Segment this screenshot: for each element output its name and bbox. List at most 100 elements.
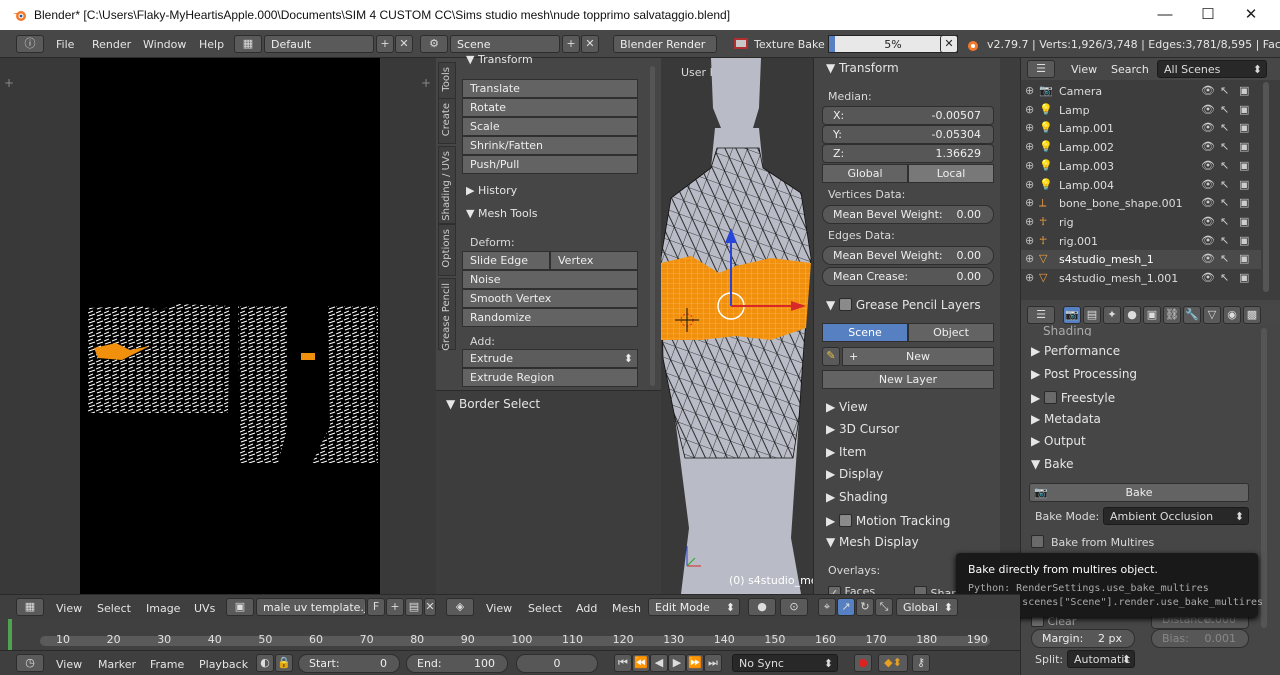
uv-menu-image[interactable]: Image: [146, 602, 180, 615]
close-window-button[interactable]: ✕: [1238, 4, 1264, 26]
cursor-icon[interactable]: ↖: [1220, 159, 1229, 172]
jump-keyframe-forward-icon[interactable]: ⏩: [686, 654, 704, 672]
properties-editor-type-icon[interactable]: ☰: [1027, 306, 1055, 324]
expand-icon[interactable]: ⊕: [1025, 103, 1034, 116]
open-image-icon[interactable]: ▤: [405, 598, 423, 616]
output-panel-header[interactable]: ▶ Output: [1031, 434, 1086, 448]
scene-tab-icon[interactable]: ✦: [1103, 306, 1121, 324]
end-frame-field[interactable]: End: 100: [406, 654, 508, 673]
grease-pencil-layers-header[interactable]: ▼ Grease Pencil Layers: [826, 296, 981, 312]
image-browse-icon[interactable]: ▣: [226, 598, 254, 616]
scale-button[interactable]: Scale: [462, 117, 638, 136]
uv-menu-select[interactable]: Select: [97, 602, 131, 615]
motion-tracking-panel-header[interactable]: ▶ Motion Tracking: [826, 512, 950, 528]
uv-editor-type-icon[interactable]: ▦: [16, 598, 44, 616]
screen-layout-icon[interactable]: ▦: [234, 35, 262, 53]
expand-icon[interactable]: ⊕: [1025, 215, 1034, 228]
add-layout-icon[interactable]: +: [376, 35, 394, 53]
render-engine-select[interactable]: Blender Render: [613, 35, 717, 53]
camera-render-icon[interactable]: ▣: [1239, 103, 1249, 116]
mesh-display-panel-header[interactable]: ▼ Mesh Display: [826, 535, 919, 549]
gp-object-toggle[interactable]: Object: [908, 323, 994, 342]
new-image-icon[interactable]: +: [386, 598, 404, 616]
eye-icon[interactable]: 👁: [1201, 178, 1215, 191]
outliner-item[interactable]: ⊕ 📷 Camera 👁 ↖ ▣: [1021, 82, 1261, 101]
jump-keyframe-back-icon[interactable]: ⏪: [632, 654, 650, 672]
margin-field[interactable]: Margin: 2 px: [1031, 629, 1135, 648]
3d-menu-select[interactable]: Select: [528, 602, 562, 615]
properties-scrollbar[interactable]: [1261, 328, 1267, 628]
slide-edge-button[interactable]: Slide Edge: [462, 251, 550, 270]
current-frame-field[interactable]: 0: [516, 654, 598, 673]
gp-scene-toggle[interactable]: Scene: [822, 323, 908, 342]
timeline-editor-type-icon[interactable]: ◷: [16, 654, 44, 672]
image-name-field[interactable]: male uv template.jp...: [256, 598, 366, 616]
viewport-shading-icon[interactable]: ●: [748, 598, 776, 616]
outliner-item[interactable]: ⊕ ☥ rig 👁 ↖ ▣: [1021, 213, 1261, 232]
outliner-menu-search[interactable]: Search: [1111, 63, 1149, 76]
cursor-icon[interactable]: ↖: [1220, 84, 1229, 97]
timeline-menu-marker[interactable]: Marker: [98, 658, 136, 671]
outliner-item[interactable]: ⊕ ⟂ bone_bone_shape.001 👁 ↖ ▣: [1021, 194, 1261, 213]
cursor-icon[interactable]: ↖: [1220, 140, 1229, 153]
object-tab-icon[interactable]: ▣: [1143, 306, 1161, 324]
scene-field[interactable]: Scene: [450, 35, 560, 53]
outliner-item[interactable]: ⊕ 💡 Lamp 👁 ↖ ▣: [1021, 101, 1261, 120]
eye-icon[interactable]: 👁: [1201, 103, 1215, 116]
interaction-mode-select[interactable]: Edit Mode ⬍: [648, 598, 740, 616]
expand-icon[interactable]: ⊕: [1025, 84, 1034, 97]
eye-icon[interactable]: 👁: [1201, 196, 1215, 209]
bake-multires-checkbox[interactable]: Bake from Multires: [1031, 533, 1154, 549]
freestyle-panel-header[interactable]: ▶ Freestyle: [1031, 389, 1115, 405]
screen-layout-field[interactable]: Default: [264, 35, 374, 53]
camera-render-icon[interactable]: ▣: [1239, 215, 1249, 228]
expand-icon[interactable]: ⊕: [1025, 234, 1034, 247]
cursor-icon[interactable]: ↖: [1220, 196, 1229, 209]
cursor-icon[interactable]: ↖: [1220, 178, 1229, 191]
outliner-menu-view[interactable]: View: [1071, 63, 1097, 76]
eye-icon[interactable]: 👁: [1201, 215, 1215, 228]
item-panel-header[interactable]: ▶ Item: [826, 445, 866, 459]
expand-icon[interactable]: ⊕: [1025, 252, 1034, 265]
randomize-button[interactable]: Randomize: [462, 308, 638, 327]
add-scene-icon[interactable]: +: [562, 35, 580, 53]
data-tab-icon[interactable]: ▽: [1203, 306, 1221, 324]
bake-button[interactable]: 📷 Bake: [1029, 483, 1249, 502]
expand-icon[interactable]: ⊕: [1025, 271, 1034, 284]
rotate-manipulator-icon[interactable]: ↻: [856, 598, 874, 616]
eye-icon[interactable]: 👁: [1201, 271, 1215, 284]
camera-render-icon[interactable]: ▣: [1239, 196, 1249, 209]
eye-icon[interactable]: 👁: [1201, 121, 1215, 134]
expand-icon[interactable]: ⊕: [1025, 159, 1034, 172]
render-layers-tab-icon[interactable]: ▤: [1083, 306, 1101, 324]
keyframe-type-icon[interactable]: ⚷: [912, 654, 930, 672]
translate-button[interactable]: Translate: [462, 79, 638, 98]
camera-render-icon[interactable]: ▣: [1239, 84, 1249, 97]
timeline-area[interactable]: 10 20 30 40 50 60 70 80 90 100 110 120 130 140 150 160 1…: [0, 619, 1020, 650]
timeline-menu-frame[interactable]: Frame: [150, 658, 184, 671]
remove-layout-icon[interactable]: ✕: [395, 35, 413, 53]
median-z-field[interactable]: Z: 1.36629: [822, 144, 994, 163]
display-panel-header[interactable]: ▶ Display: [826, 467, 883, 481]
3d-menu-mesh[interactable]: Mesh: [612, 602, 641, 615]
modifiers-tab-icon[interactable]: 🔧: [1183, 306, 1201, 324]
expand-icon[interactable]: ⊕: [1025, 196, 1034, 209]
camera-render-icon[interactable]: ▣: [1239, 252, 1249, 265]
timeline-menu-playback[interactable]: Playback: [199, 658, 248, 671]
new-gp-button[interactable]: + New: [842, 347, 994, 366]
transform-panel-header[interactable]: ▼ Transform: [826, 61, 899, 75]
uv-menu-view[interactable]: View: [56, 602, 82, 615]
start-frame-field[interactable]: Start: 0: [298, 654, 400, 673]
camera-render-icon[interactable]: ▣: [1239, 140, 1249, 153]
preview-range-icon[interactable]: ◐: [256, 654, 274, 672]
eye-icon[interactable]: 👁: [1201, 234, 1215, 247]
shrink-fatten-button[interactable]: Shrink/Fatten: [462, 136, 638, 155]
info-editor-type-icon[interactable]: ⓘ: [16, 35, 44, 53]
new-layer-button[interactable]: New Layer: [822, 370, 994, 389]
unlink-image-icon[interactable]: ✕: [424, 598, 436, 616]
timeline-menu-view[interactable]: View: [56, 658, 82, 671]
median-y-field[interactable]: Y: -0.05304: [822, 125, 994, 144]
global-toggle[interactable]: Global: [822, 164, 908, 183]
tab-shading-uvs[interactable]: Shading / UVs: [438, 146, 456, 224]
texture-tab-icon[interactable]: ▩: [1243, 306, 1261, 324]
